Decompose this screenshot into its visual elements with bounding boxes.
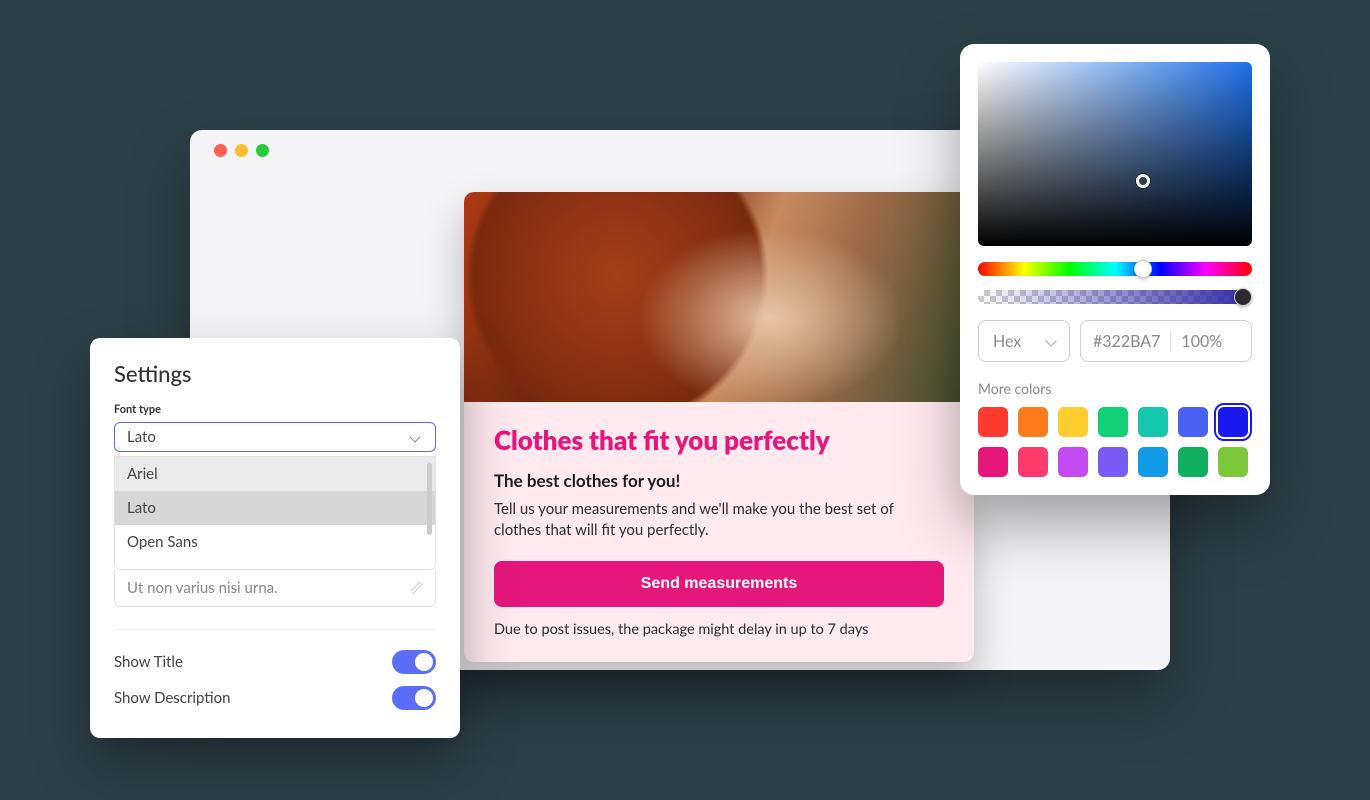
show-title-toggle[interactable]	[392, 650, 436, 674]
divider	[1170, 330, 1171, 352]
color-inputs-row: Hex #322BA7 100%	[978, 320, 1252, 362]
color-swatch[interactable]	[1218, 407, 1248, 437]
color-swatch[interactable]	[1218, 447, 1248, 477]
color-swatch[interactable]	[1138, 407, 1168, 437]
chevron-down-icon	[1045, 334, 1059, 348]
color-format-value: Hex	[993, 332, 1021, 351]
color-format-select[interactable]: Hex	[978, 320, 1070, 362]
color-swatch[interactable]	[1098, 407, 1128, 437]
sv-handle-icon[interactable]	[1136, 174, 1150, 188]
promo-description: Tell us your measurements and we'll make…	[494, 499, 944, 541]
font-type-label: Font type	[114, 403, 436, 416]
color-swatch[interactable]	[1058, 407, 1088, 437]
font-type-select[interactable]: Lato	[114, 422, 436, 452]
window-minimize-icon[interactable]	[235, 144, 248, 157]
font-type-dropdown: Ariel Lato Open Sans David	[114, 456, 436, 570]
promo-card-image	[464, 192, 974, 402]
font-option[interactable]: Lato	[115, 491, 435, 525]
color-swatch[interactable]	[1058, 447, 1088, 477]
promo-subtitle: The best clothes for you!	[494, 470, 944, 491]
more-colors-label: More colors	[978, 380, 1252, 397]
toggle-label: Show Description	[114, 689, 230, 707]
alpha-handle-icon[interactable]	[1234, 288, 1252, 306]
alpha-slider[interactable]	[978, 290, 1252, 304]
divider	[114, 629, 436, 630]
font-option[interactable]: Ariel	[115, 457, 435, 491]
font-option[interactable]: Open Sans	[115, 525, 435, 559]
settings-heading: Settings	[114, 360, 436, 387]
color-swatch[interactable]	[978, 447, 1008, 477]
window-close-icon[interactable]	[214, 144, 227, 157]
resize-handle-icon[interactable]	[411, 582, 423, 594]
send-measurements-button[interactable]: Send measurements	[494, 561, 944, 607]
chevron-down-icon	[409, 430, 423, 444]
color-swatch[interactable]	[1138, 447, 1168, 477]
color-swatch[interactable]	[1098, 447, 1128, 477]
color-swatch[interactable]	[1018, 407, 1048, 437]
color-value-input[interactable]: #322BA7 100%	[1080, 320, 1252, 362]
toggle-row: Show Description	[114, 680, 436, 716]
swatch-grid	[978, 407, 1252, 477]
toggle-row: Show Title	[114, 644, 436, 680]
font-option[interactable]: David	[115, 559, 435, 570]
promo-disclaimer: Due to post issues, the package might de…	[494, 621, 944, 638]
saturation-value-field[interactable]	[978, 62, 1252, 246]
toggle-label: Show Title	[114, 653, 183, 671]
alpha-value: 100%	[1181, 332, 1222, 351]
color-swatch[interactable]	[1178, 447, 1208, 477]
font-type-selected-value: Lato	[127, 428, 156, 446]
color-swatch[interactable]	[1018, 447, 1048, 477]
show-description-toggle[interactable]	[392, 686, 436, 710]
window-zoom-icon[interactable]	[256, 144, 269, 157]
settings-panel: Settings Font type Lato Ariel Lato Open …	[90, 338, 460, 738]
hue-slider[interactable]	[978, 262, 1252, 276]
sample-text-value: Ut non varius nisi urna.	[127, 579, 278, 597]
hex-value: #322BA7	[1093, 332, 1160, 351]
sample-text-input[interactable]: Ut non varius nisi urna.	[114, 570, 436, 607]
promo-title: Clothes that fit you perfectly	[494, 424, 944, 456]
promo-card: Clothes that fit you perfectly The best …	[464, 192, 974, 662]
color-swatch[interactable]	[1178, 407, 1208, 437]
hue-handle-icon[interactable]	[1134, 260, 1152, 278]
color-swatch[interactable]	[978, 407, 1008, 437]
promo-card-body: Clothes that fit you perfectly The best …	[464, 402, 974, 662]
dropdown-scrollbar[interactable]	[427, 463, 432, 535]
color-picker-panel: Hex #322BA7 100% More colors	[960, 44, 1270, 495]
